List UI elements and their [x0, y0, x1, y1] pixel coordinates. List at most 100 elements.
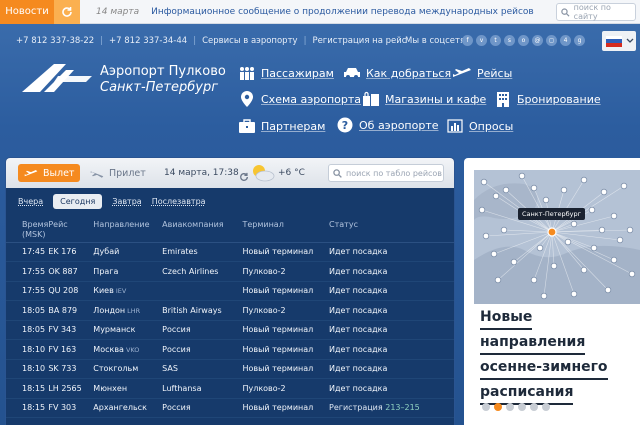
tab-today[interactable]: Сегодня: [53, 194, 103, 209]
flight-destination[interactable]: Архангельск: [93, 398, 163, 418]
destination-pin-icon[interactable]: [570, 290, 578, 298]
destination-pin-icon[interactable]: [580, 266, 588, 274]
destination-pin-icon[interactable]: [590, 244, 598, 252]
nav-airport-map[interactable]: Схема аэропорта: [238, 91, 361, 107]
flight-row[interactable]: 18:15 FV 303 Архангельск Россия Новый термин…: [6, 398, 454, 418]
flight-row[interactable]: 17:45 EK 176 Дубай Emirates Новый терминал Ид…: [6, 242, 454, 262]
nav-flights[interactable]: Рейсы: [452, 65, 512, 81]
destination-pin-icon[interactable]: [540, 292, 548, 300]
flight-row[interactable]: 18:05 BA 879 Лондон LHR British Airways Пулко…: [6, 300, 454, 321]
col-flight: Рейс: [48, 216, 94, 243]
flight-destination[interactable]: Мюнхен: [93, 378, 163, 399]
col-status: Статус: [329, 216, 454, 243]
twitter-icon[interactable]: t: [490, 35, 501, 46]
nav-how-to-get[interactable]: Как добраться: [343, 65, 451, 81]
google-plus-icon[interactable]: g: [574, 35, 585, 46]
flight-destination[interactable]: Прага: [93, 261, 163, 282]
destination-pin-icon[interactable]: [610, 212, 618, 220]
destination-pin-icon[interactable]: [480, 178, 488, 186]
nav-shops[interactable]: Магазины и кафе: [362, 91, 486, 107]
phone-1[interactable]: +7 812 337-38-22: [16, 36, 94, 46]
mail-icon[interactable]: @: [532, 35, 543, 46]
register-link[interactable]: Регистрация на рейс: [312, 36, 406, 46]
destination-pin-icon[interactable]: [550, 262, 558, 270]
destination-pin-icon[interactable]: [500, 226, 508, 234]
instagram-icon[interactable]: ◻: [546, 35, 557, 46]
slider-dot[interactable]: [506, 403, 514, 411]
destination-pin-icon[interactable]: [604, 286, 612, 294]
destination-pin-icon[interactable]: [490, 250, 498, 258]
destination-pin-icon[interactable]: [494, 276, 502, 284]
route-map[interactable]: Санкт-Петербург: [474, 170, 640, 304]
hub-pin-icon[interactable]: [547, 227, 557, 237]
tab-day-after-tomorrow[interactable]: Послезавтра: [152, 197, 206, 206]
flight-destination[interactable]: Лондон LHR: [93, 300, 163, 321]
flight-row[interactable]: 18:15 LH 2565 Мюнхен Lufthansa Пулково-2 Идет…: [6, 378, 454, 399]
flight-row[interactable]: 18:10 FV 163 Москва VKO Россия Новый терминал…: [6, 339, 454, 360]
news-tab[interactable]: Новости: [0, 0, 54, 24]
flight-row[interactable]: 18:10 SK 733 Стокгольм SAS Новый терминал Иде…: [6, 359, 454, 379]
airport-logo[interactable]: Аэропорт Пулково Санкт-Петербург: [20, 62, 230, 102]
flight-destination[interactable]: Мурманск: [93, 320, 163, 340]
board-search-input[interactable]: поиск по табло рейсов: [328, 164, 444, 182]
flight-row[interactable]: 17:55 OK 887 Прага Czech Airlines Пулково-2 И…: [6, 261, 454, 282]
destination-pin-icon[interactable]: [620, 182, 628, 190]
destination-pin-icon[interactable]: [530, 184, 538, 192]
destination-pin-icon[interactable]: [518, 172, 526, 180]
tab-arrivals[interactable]: Прилет: [86, 164, 156, 182]
tab-yesterday[interactable]: Вчера: [18, 197, 43, 206]
destination-pin-icon[interactable]: [588, 206, 596, 214]
odnoklassniki-icon[interactable]: o: [518, 35, 529, 46]
flight-destination[interactable]: Киев IEV: [93, 281, 163, 301]
nav-polls[interactable]: Опросы: [446, 118, 513, 134]
destination-pin-icon[interactable]: [492, 192, 500, 200]
nav-booking[interactable]: Бронирование: [494, 91, 601, 107]
destination-pin-icon[interactable]: [482, 232, 490, 240]
slider-dot[interactable]: [530, 403, 538, 411]
language-selector[interactable]: [602, 31, 636, 51]
slider-dot[interactable]: [494, 403, 502, 411]
destination-pin-icon[interactable]: [542, 196, 550, 204]
destination-pin-icon[interactable]: [616, 236, 624, 244]
destination-pin-icon[interactable]: [610, 256, 618, 264]
skype-icon[interactable]: s: [504, 35, 515, 46]
tab-departures[interactable]: Вылет: [18, 164, 80, 182]
destination-pin-icon[interactable]: [502, 186, 510, 194]
nav-passengers[interactable]: Пассажирам: [238, 65, 334, 81]
destination-pin-icon[interactable]: [478, 206, 486, 214]
flight-row[interactable]: 18:05 FV 343 Мурманск Россия Новый терминал И…: [6, 320, 454, 340]
nav-about[interactable]: ? Об аэропорте: [336, 117, 439, 133]
foursquare-icon[interactable]: 4: [560, 35, 571, 46]
flight-time: 18:10: [6, 339, 49, 360]
site-search-input[interactable]: поиск по сайту: [556, 3, 636, 21]
destination-pin-icon[interactable]: [628, 270, 636, 278]
destination-pin-icon[interactable]: [564, 238, 572, 246]
destination-pin-icon[interactable]: [600, 188, 608, 196]
nav-partners[interactable]: Партнерам: [238, 118, 325, 134]
destination-pin-icon[interactable]: [536, 244, 544, 252]
destination-pin-icon[interactable]: [598, 226, 606, 234]
flight-row[interactable]: 17:55 QU 208 Киев IEV Новый терминал Идет пос…: [6, 281, 454, 301]
promo-headline[interactable]: Новые направления осенне-зимнего расписа…: [480, 306, 608, 406]
slider-dot[interactable]: [482, 403, 490, 411]
destination-pin-icon[interactable]: [530, 276, 538, 284]
refresh-button[interactable]: [54, 0, 80, 24]
destination-pin-icon[interactable]: [510, 258, 518, 266]
vk-icon[interactable]: v: [476, 35, 487, 46]
destination-pin-icon[interactable]: [570, 220, 578, 228]
destination-pin-icon[interactable]: [580, 176, 588, 184]
destination-pin-icon[interactable]: [626, 226, 634, 234]
flight-destination[interactable]: Москва VKO: [93, 339, 163, 360]
facebook-icon[interactable]: f: [462, 35, 473, 46]
tab-tomorrow[interactable]: Завтра: [112, 197, 141, 206]
flight-destination[interactable]: Стокгольм: [93, 359, 163, 379]
services-link[interactable]: Сервисы в аэропорту: [202, 36, 298, 46]
slider-dot[interactable]: [542, 403, 550, 411]
phone-2[interactable]: +7 812 337-34-44: [109, 36, 187, 46]
news-headline-link[interactable]: Информационное сообщение о продолжении п…: [151, 7, 536, 17]
board-refresh-button[interactable]: [239, 167, 249, 186]
destination-pin-icon[interactable]: [560, 186, 568, 194]
promo-card[interactable]: Санкт-Петербург Новые направления осенне…: [464, 158, 640, 425]
flight-destination[interactable]: Дубай: [93, 242, 163, 262]
slider-dot[interactable]: [518, 403, 526, 411]
